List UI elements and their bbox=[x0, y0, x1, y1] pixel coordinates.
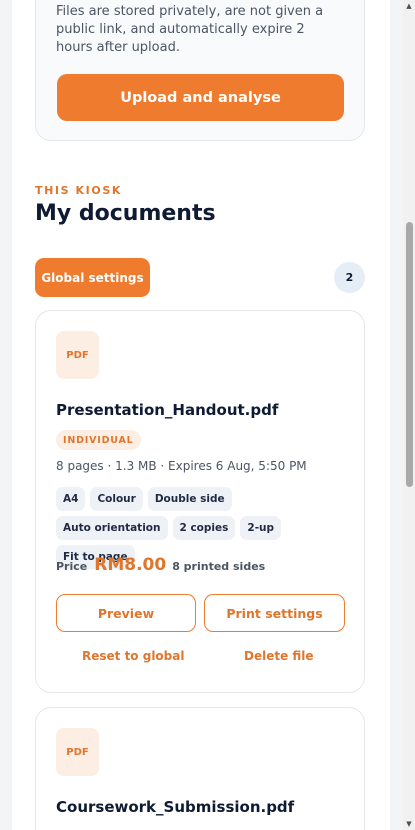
chip-pages-per-sheet: 2-up bbox=[240, 516, 282, 540]
price-row: Price RM8.00 8 printed sides bbox=[56, 555, 265, 575]
document-card: PDF Presentation_Handout.pdf INDIVIDUAL … bbox=[35, 310, 365, 693]
chip-duplex: Double side bbox=[147, 487, 232, 511]
chip-orientation: Auto orientation bbox=[56, 516, 168, 540]
chip-colour: Colour bbox=[90, 487, 143, 511]
scrollbar-thumb[interactable] bbox=[406, 222, 413, 487]
upload-privacy-note: Files are stored privately, are not give… bbox=[56, 4, 324, 55]
document-count-badge: 2 bbox=[334, 262, 365, 293]
document-file-name: Presentation_Handout.pdf bbox=[56, 401, 279, 419]
documents-viewport: Files are stored privately, are not give… bbox=[0, 0, 403, 830]
triangle-up-icon[interactable]: ▲ bbox=[405, 2, 413, 10]
price-value: RM8.00 bbox=[94, 555, 167, 575]
document-file-name: Coursework_Submission.pdf bbox=[56, 798, 295, 816]
printed-sides: 8 printed sides bbox=[172, 560, 266, 573]
delete-file-link[interactable]: Delete file bbox=[244, 649, 314, 663]
chip-copies: 2 copies bbox=[172, 516, 236, 540]
page-title: My documents bbox=[35, 201, 216, 226]
pdf-file-icon: PDF bbox=[56, 728, 99, 776]
settings-mode-badge: INDIVIDUAL bbox=[56, 430, 141, 450]
reset-to-global-link[interactable]: Reset to global bbox=[82, 649, 184, 663]
upload-card: Files are stored privately, are not give… bbox=[35, 0, 365, 141]
document-card: PDF Coursework_Submission.pdf bbox=[35, 707, 365, 830]
chip-paper-size: A4 bbox=[56, 487, 86, 511]
document-meta: 8 pages · 1.3 MB · Expires 6 Aug, 5:50 P… bbox=[56, 459, 307, 473]
preview-button[interactable]: Preview bbox=[56, 594, 196, 632]
global-settings-button[interactable]: Global settings bbox=[35, 258, 150, 297]
price-label: Price bbox=[56, 560, 88, 573]
pdf-file-icon: PDF bbox=[56, 331, 99, 379]
triangle-down-icon[interactable]: ▼ bbox=[405, 820, 413, 828]
vertical-scrollbar[interactable]: ▲ ▼ bbox=[403, 0, 415, 830]
section-eyebrow: THIS KIOSK bbox=[35, 184, 122, 197]
print-settings-button[interactable]: Print settings bbox=[204, 594, 345, 632]
upload-and-analyse-button[interactable]: Upload and analyse bbox=[57, 74, 344, 121]
